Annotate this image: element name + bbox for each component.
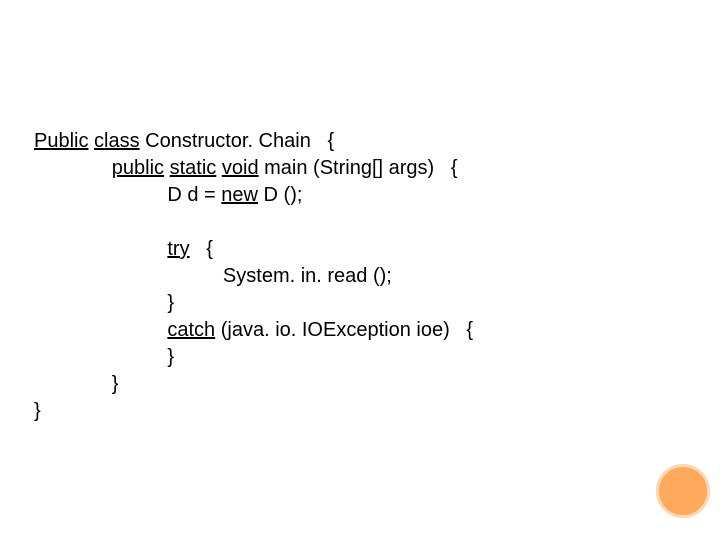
indent (34, 157, 112, 179)
keyword-new: new (221, 184, 258, 206)
code-line-5: try { (34, 236, 674, 263)
code-line-7: } (34, 290, 674, 317)
code-line-11: } (34, 398, 674, 425)
code-text: D (); (258, 184, 302, 206)
keyword-public: Public (34, 130, 88, 152)
code-line-8: catch (java. io. IOException ioe) { (34, 317, 674, 344)
code-block: Public class Constructor. Chain { public… (34, 128, 674, 425)
keyword-catch: catch (167, 319, 215, 341)
code-line-4 (34, 209, 674, 236)
keyword-static: static (170, 157, 217, 179)
indent: D d = (34, 184, 221, 206)
code-text: (java. io. IOException ioe) { (215, 319, 473, 341)
code-text: { (190, 238, 213, 260)
code-line-3: D d = new D (); (34, 182, 674, 209)
keyword-void: void (222, 157, 259, 179)
keyword-public: public (112, 157, 164, 179)
indent (34, 319, 167, 341)
code-line-9: } (34, 344, 674, 371)
keyword-class: class (94, 130, 140, 152)
keyword-try: try (167, 238, 189, 260)
code-line-1: Public class Constructor. Chain { (34, 128, 674, 155)
code-text: Constructor. Chain { (140, 130, 335, 152)
code-text: main (String[] args) { (259, 157, 458, 179)
code-line-6: System. in. read (); (34, 263, 674, 290)
code-line-10: } (34, 371, 674, 398)
decorative-circle-icon (656, 464, 710, 518)
indent (34, 238, 167, 260)
slide: Public class Constructor. Chain { public… (0, 0, 720, 540)
code-line-2: public static void main (String[] args) … (34, 155, 674, 182)
